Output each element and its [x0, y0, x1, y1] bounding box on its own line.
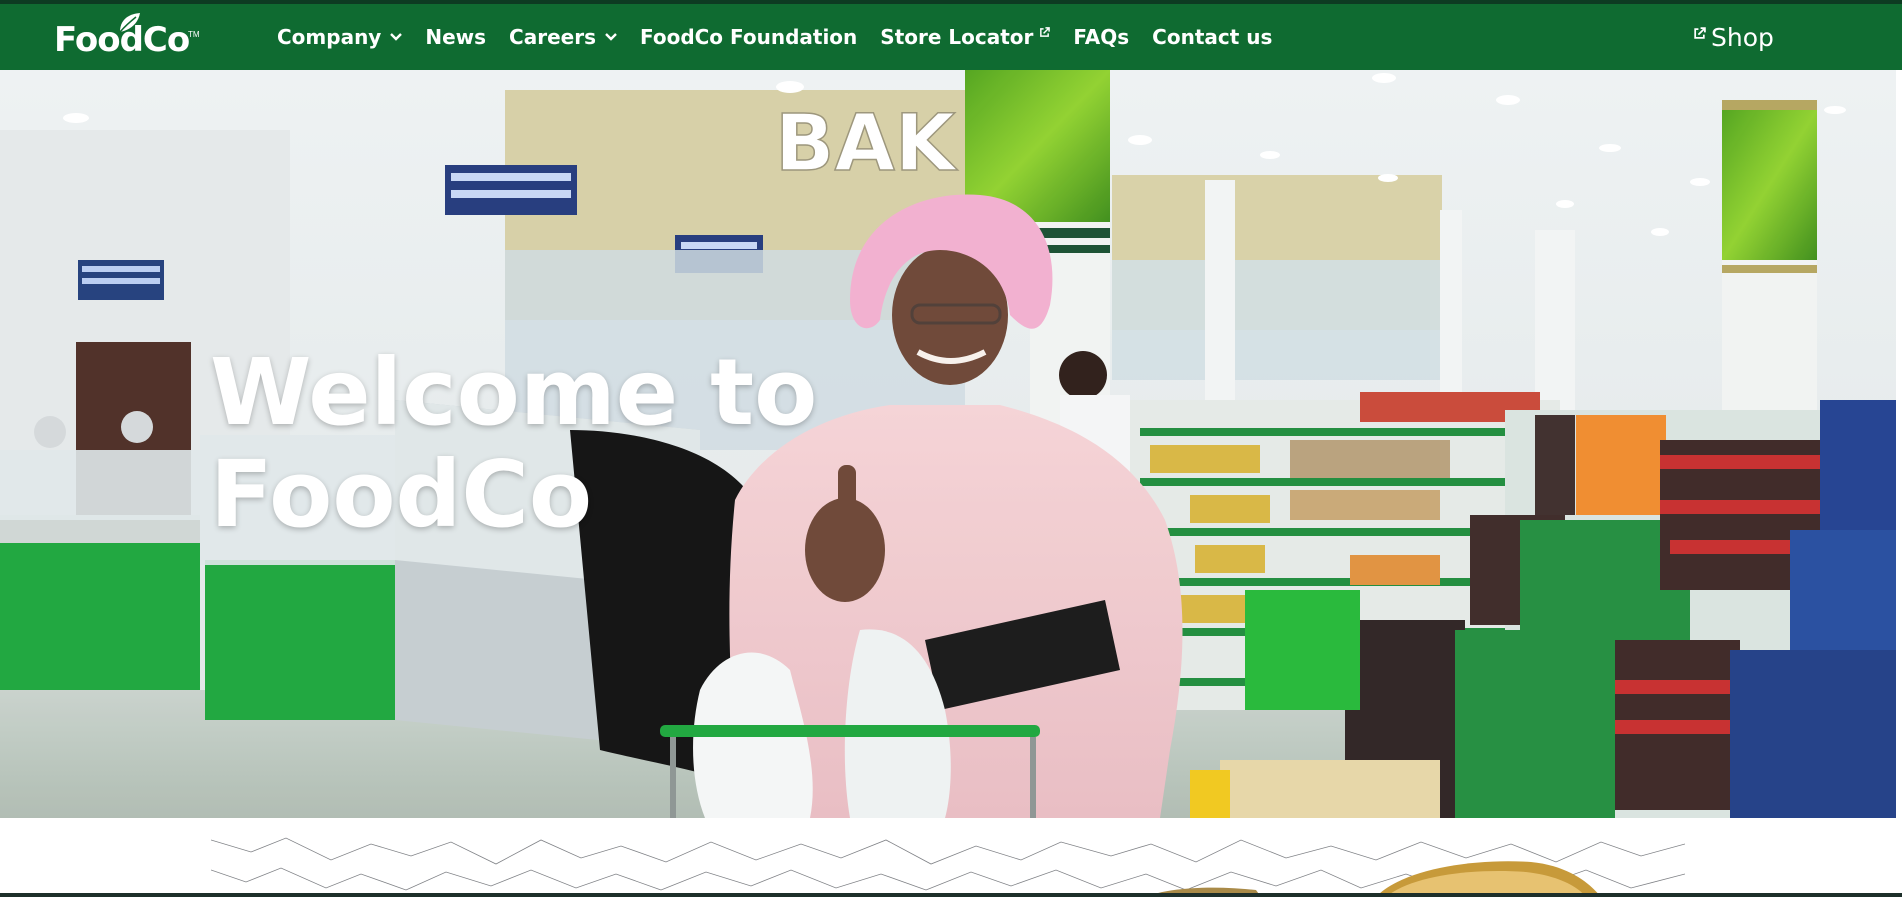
nav-faqs[interactable]: FAQs [1073, 25, 1129, 49]
nav-contact-us[interactable]: Contact us [1152, 25, 1272, 49]
nav-label: Company [277, 25, 382, 49]
nav-store-locator[interactable]: Store Locator [880, 25, 1051, 49]
external-link-icon [1694, 26, 1706, 39]
nav-careers[interactable]: Careers [509, 25, 617, 49]
page: FoodCo TM Company News Careers FoodCo Fo… [0, 0, 1902, 897]
bottom-border [0, 893, 1902, 897]
hero-banner: BAK Welcome to FoodCo [0, 70, 1902, 818]
hero-title: Welcome to FoodCo [210, 342, 910, 546]
main-nav: Company News Careers FoodCo Foundation S… [277, 4, 1295, 70]
nav-news[interactable]: News [425, 25, 486, 49]
logo-link[interactable]: FoodCo TM [54, 13, 200, 62]
chevron-down-icon [605, 33, 617, 41]
navbar: FoodCo TM Company News Careers FoodCo Fo… [0, 4, 1902, 70]
nav-label: Contact us [1152, 25, 1273, 49]
scrollbar-gutter [1896, 70, 1902, 897]
nav-label: FoodCo Foundation [639, 25, 858, 49]
leaf-icon [119, 13, 140, 33]
external-link-icon [1040, 26, 1051, 37]
nav-label: FAQs [1073, 25, 1130, 49]
shop-link[interactable]: Shop [1693, 4, 1774, 70]
nav-label: Store Locator [880, 25, 1034, 49]
nav-foodco-foundation[interactable]: FoodCo Foundation [640, 25, 857, 49]
nav-label: Careers [509, 25, 596, 49]
hero-title-line2: FoodCo [210, 441, 593, 548]
nav-label: News [425, 25, 487, 49]
nav-company[interactable]: Company [277, 25, 403, 49]
shop-label: Shop [1711, 22, 1774, 52]
decorative-banner-image [211, 830, 1685, 897]
below-hero-section [0, 818, 1902, 897]
logo-trademark: TM [188, 30, 200, 39]
hero-title-line1: Welcome to [210, 339, 818, 446]
chevron-down-icon [390, 33, 403, 41]
